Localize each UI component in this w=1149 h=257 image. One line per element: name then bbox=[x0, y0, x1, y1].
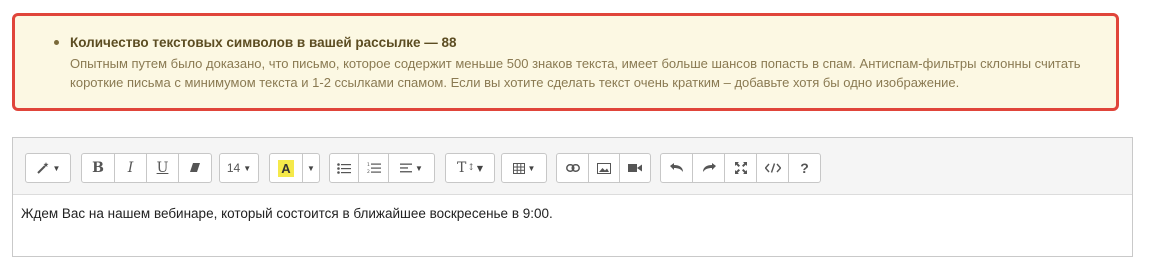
warning-item: Количество текстовых символов в вашей ра… bbox=[54, 34, 1086, 92]
bullet-dot bbox=[54, 40, 59, 45]
highlight-color-button[interactable]: A bbox=[269, 153, 303, 183]
unordered-list-button[interactable] bbox=[329, 153, 359, 183]
warning-title: Количество текстовых символов в вашей ра… bbox=[70, 35, 457, 50]
help-button[interactable]: ? bbox=[788, 153, 821, 183]
rich-text-editor: ▼ B I U 14 ▼ A ▼ 1 2 ▼ T ↕ ▼ ▼ ? Ждем Ва… bbox=[12, 137, 1133, 257]
line-height-icon: ↕ bbox=[467, 163, 475, 173]
ordered-list-button[interactable]: 1 2 bbox=[358, 153, 389, 183]
table-dropdown[interactable]: ▼ bbox=[501, 153, 547, 183]
bold-button[interactable]: B bbox=[81, 153, 115, 183]
table-icon bbox=[512, 162, 525, 174]
chevron-down-icon: ▼ bbox=[415, 163, 423, 173]
underline-button[interactable]: U bbox=[146, 153, 179, 183]
highlight-color-dropdown[interactable]: ▼ bbox=[302, 153, 320, 183]
magic-wand-icon bbox=[36, 162, 49, 174]
fullscreen-button[interactable] bbox=[724, 153, 757, 183]
spam-warning-box: Количество текстовых символов в вашей ра… bbox=[12, 13, 1119, 111]
style-dropdown-button[interactable]: ▼ bbox=[25, 153, 71, 183]
image-icon bbox=[597, 162, 611, 174]
highlighter-icon: A bbox=[278, 159, 294, 177]
chevron-down-icon: ▼ bbox=[243, 163, 252, 173]
chevron-down-icon: ▼ bbox=[52, 163, 61, 173]
code-view-icon bbox=[764, 163, 781, 173]
ordered-list-icon: 1 2 bbox=[367, 162, 381, 174]
insert-link-button[interactable] bbox=[556, 153, 589, 183]
editor-content[interactable]: Ждем Вас на нашем вебинаре, который сост… bbox=[21, 206, 553, 221]
video-icon bbox=[628, 164, 642, 172]
undo-button[interactable] bbox=[660, 153, 693, 183]
insert-image-button[interactable] bbox=[588, 153, 620, 183]
chevron-down-icon: ▼ bbox=[527, 163, 536, 173]
code-view-button[interactable] bbox=[756, 153, 789, 183]
warning-body: Опытным путем было доказано, что письмо,… bbox=[70, 56, 1081, 90]
font-size-value: 14 bbox=[226, 161, 241, 175]
help-icon: ? bbox=[800, 160, 809, 176]
clear-format-button[interactable] bbox=[178, 153, 212, 183]
editor-toolbar: ▼ B I U 14 ▼ A ▼ 1 2 ▼ T ↕ ▼ ▼ ? bbox=[13, 138, 1132, 195]
align-icon bbox=[400, 163, 413, 173]
fullscreen-icon bbox=[734, 162, 747, 174]
eraser-icon bbox=[190, 163, 200, 172]
align-dropdown[interactable]: ▼ bbox=[388, 153, 435, 183]
redo-icon bbox=[702, 163, 716, 172]
svg-text:2: 2 bbox=[367, 169, 370, 174]
text-format-icon: T bbox=[456, 160, 467, 176]
italic-button[interactable]: I bbox=[114, 153, 147, 183]
redo-button[interactable] bbox=[692, 153, 725, 183]
svg-text:1: 1 bbox=[367, 162, 370, 168]
chevron-down-icon: ▼ bbox=[307, 163, 315, 173]
unordered-list-icon bbox=[337, 162, 351, 174]
insert-video-button[interactable] bbox=[619, 153, 651, 183]
text-format-dropdown[interactable]: T ↕ ▼ bbox=[445, 153, 495, 183]
undo-icon bbox=[669, 163, 683, 172]
chevron-down-icon: ▼ bbox=[476, 163, 484, 173]
link-icon bbox=[565, 164, 580, 172]
font-size-dropdown[interactable]: 14 ▼ bbox=[219, 153, 259, 183]
